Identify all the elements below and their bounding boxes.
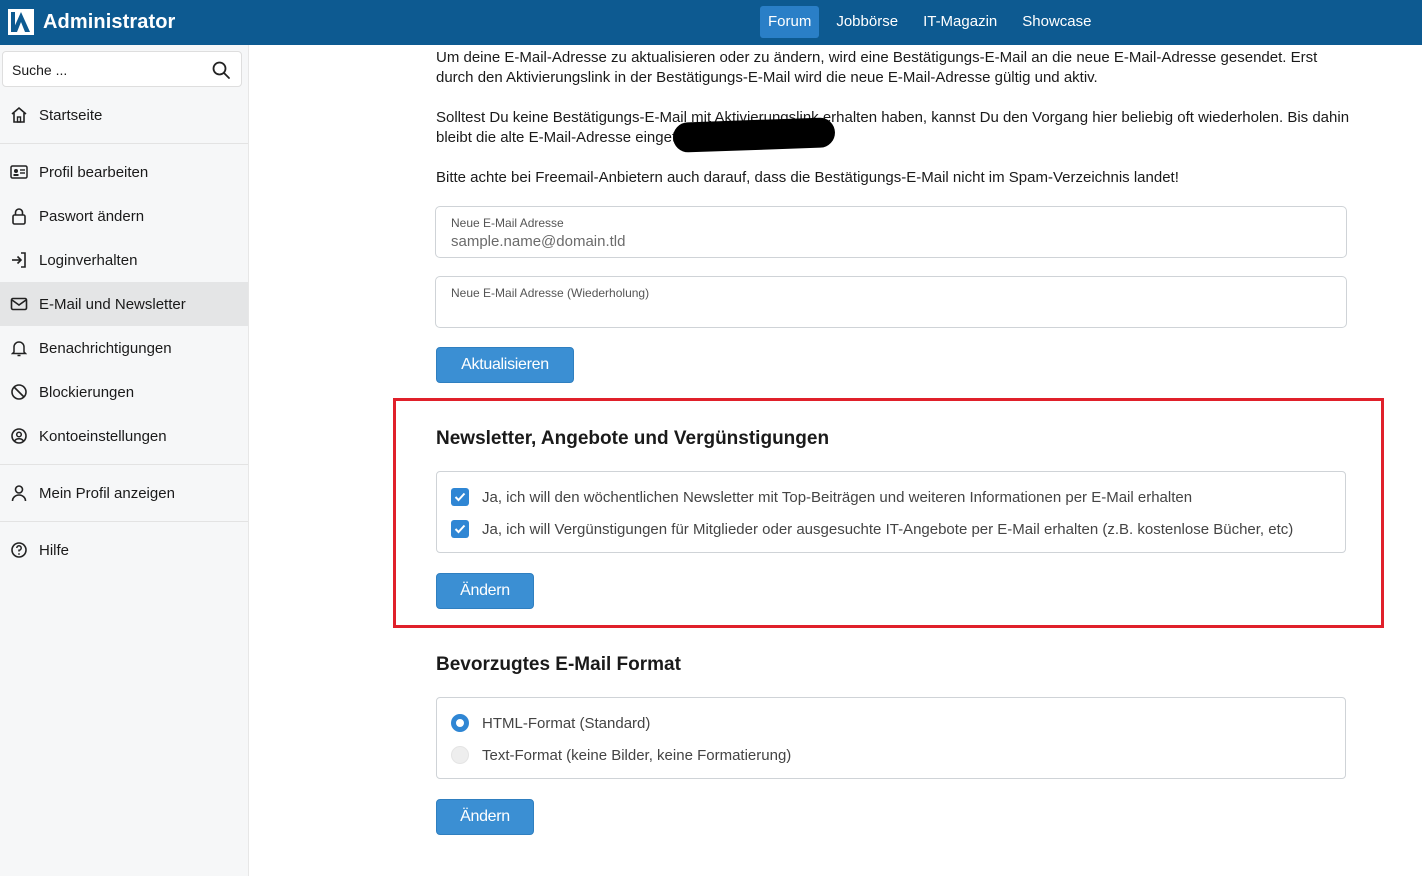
sidebar-item-benachrichtigungen[interactable]: Benachrichtigungen <box>0 326 248 370</box>
home-icon <box>9 105 29 125</box>
sidebar-item-kontoeinstellungen[interactable]: Kontoeinstellungen <box>0 414 248 458</box>
email-field-label: Neue E-Mail Adresse <box>451 216 564 230</box>
nav-forum[interactable]: Forum <box>760 6 820 38</box>
search-input[interactable]: Suche ... <box>2 51 242 87</box>
sidebar-item-label: Benachrichtigungen <box>39 339 172 357</box>
lock-icon <box>9 206 29 226</box>
intro-text-repeat: Solltest Du keine Bestätigungs-E-Mail mi… <box>436 109 1350 146</box>
newsletter-change-button[interactable]: Ändern <box>436 573 534 609</box>
search-placeholder: Suche ... <box>12 62 68 78</box>
envelope-icon <box>9 294 29 314</box>
newsletter-offers-label: Ja, ich will Vergünstigungen für Mitglie… <box>482 520 1294 538</box>
sidebar-item-mein-profil[interactable]: Mein Profil anzeigen <box>0 471 248 515</box>
user-circle-icon <box>9 426 29 446</box>
sidebar-item-label: Startseite <box>39 106 103 124</box>
format-change-button[interactable]: Ändern <box>436 799 534 835</box>
sidebar-divider <box>0 143 248 144</box>
email-repeat-field-label: Neue E-Mail Adresse (Wiederholung) <box>451 286 650 300</box>
nav-jobboerse[interactable]: Jobbörse <box>828 6 906 38</box>
email-repeat-field[interactable]: Neue E-Mail Adresse (Wiederholung) <box>435 276 1347 328</box>
nav-showcase[interactable]: Showcase <box>1014 6 1099 38</box>
checkbox-checked-icon[interactable] <box>451 488 469 506</box>
top-nav: Forum Jobbörse IT-Magazin Showcase <box>760 6 1108 38</box>
sidebar-item-loginverhalten[interactable]: Loginverhalten <box>0 238 248 282</box>
top-navbar: Administrator Forum Jobbörse IT-Magazin … <box>0 0 1422 45</box>
redaction-mark <box>672 117 836 153</box>
format-text-option[interactable]: Text-Format (keine Bilder, keine Formati… <box>451 744 791 766</box>
sidebar-item-label: Kontoeinstellungen <box>39 427 167 445</box>
brand-title[interactable]: Administrator <box>43 11 175 34</box>
sidebar-item-label: Mein Profil anzeigen <box>39 484 175 502</box>
sidebar-item-label: Loginverhalten <box>39 251 138 269</box>
sidebar-item-label: Paswort ändern <box>39 207 145 225</box>
search-icon[interactable] <box>211 60 231 80</box>
sidebar-divider <box>0 521 248 522</box>
email-field-placeholder: sample.name@domain.tld <box>451 233 626 250</box>
newsletter-weekly-label: Ja, ich will den wöchentlichen Newslette… <box>482 488 1193 506</box>
format-heading: Bevorzugtes E-Mail Format <box>436 654 681 675</box>
intro-text-spam: Bitte achte bei Freemail-Anbietern auch … <box>436 169 1179 186</box>
nav-it-magazin[interactable]: IT-Magazin <box>915 6 1005 38</box>
update-button[interactable]: Aktualisieren <box>436 347 574 383</box>
radio-selected-icon[interactable] <box>451 714 469 732</box>
format-text-label: Text-Format (keine Bilder, keine Formati… <box>482 746 792 764</box>
sign-in-icon <box>9 250 29 270</box>
user-icon <box>9 483 29 503</box>
sidebar-item-label: Hilfe <box>39 541 70 559</box>
sidebar-divider <box>0 464 248 465</box>
sidebar-item-startseite[interactable]: Startseite <box>0 93 248 137</box>
newsletter-heading: Newsletter, Angebote und Vergünstigungen <box>436 428 830 449</box>
newsletter-options: Ja, ich will den wöchentlichen Newslette… <box>436 471 1346 553</box>
sidebar: Suche ... Startseite Profil bearbeiten P… <box>0 45 249 876</box>
sidebar-item-blockierungen[interactable]: Blockierungen <box>0 370 248 414</box>
checkbox-checked-icon[interactable] <box>451 520 469 538</box>
id-card-icon <box>9 162 29 182</box>
sidebar-item-hilfe[interactable]: Hilfe <box>0 528 248 572</box>
logo-icon[interactable] <box>8 9 34 35</box>
intro-text-update: Um deine E-Mail-Adresse zu aktualisieren… <box>436 49 1318 86</box>
format-html-label: HTML-Format (Standard) <box>482 714 651 732</box>
email-field[interactable]: Neue E-Mail Adresse sample.name@domain.t… <box>435 206 1347 258</box>
format-html-option[interactable]: HTML-Format (Standard) <box>451 712 650 734</box>
bell-icon <box>9 338 29 358</box>
newsletter-offers-option[interactable]: Ja, ich will Vergünstigungen für Mitglie… <box>451 518 1293 540</box>
sidebar-item-label: Blockierungen <box>39 383 135 401</box>
sidebar-item-email-newsletter[interactable]: E-Mail und Newsletter <box>0 282 248 326</box>
sidebar-item-label: Profil bearbeiten <box>39 163 149 181</box>
sidebar-item-label: E-Mail und Newsletter <box>39 295 186 313</box>
format-options: HTML-Format (Standard) Text-Format (kein… <box>436 697 1346 779</box>
sidebar-item-profil-bearbeiten[interactable]: Profil bearbeiten <box>0 150 248 194</box>
sidebar-item-passwort[interactable]: Paswort ändern <box>0 194 248 238</box>
question-circle-icon <box>9 540 29 560</box>
radio-unselected-icon[interactable] <box>451 746 469 764</box>
newsletter-weekly-option[interactable]: Ja, ich will den wöchentlichen Newslette… <box>451 486 1192 508</box>
ban-icon <box>9 382 29 402</box>
